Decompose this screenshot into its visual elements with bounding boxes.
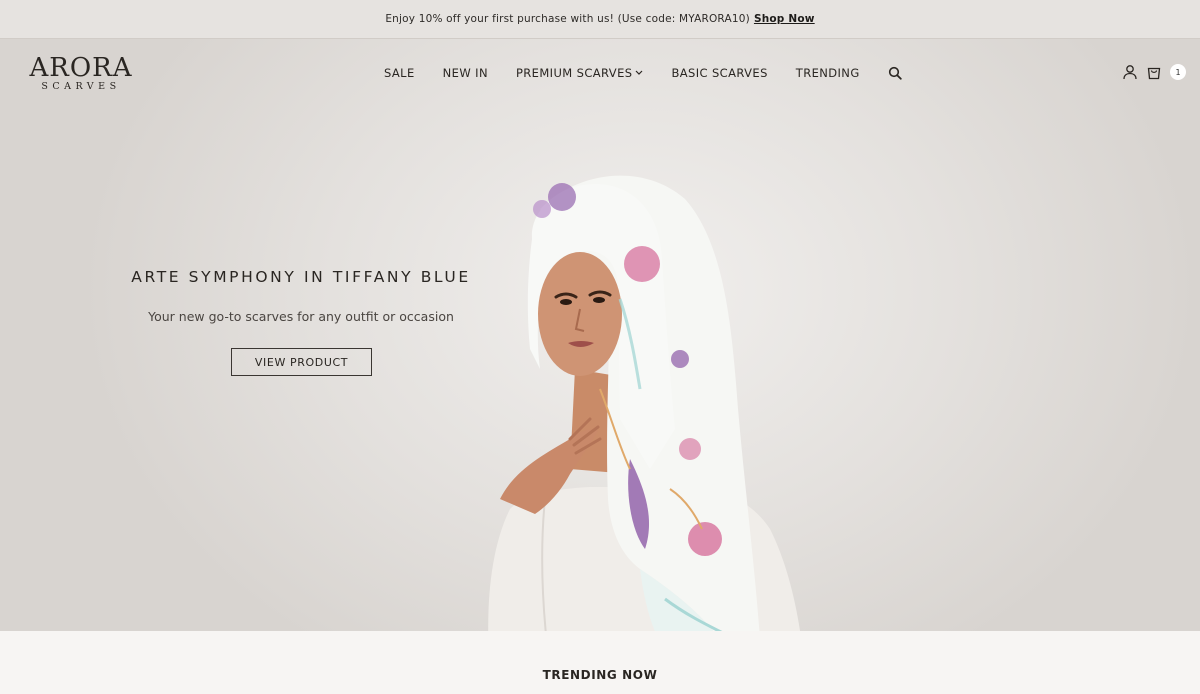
trending-section: TRENDING NOW bbox=[0, 631, 1200, 694]
brand-subtitle: SCARVES bbox=[41, 81, 121, 92]
nav-item-trending[interactable]: TRENDING bbox=[796, 66, 860, 80]
header-icons: 1 bbox=[1122, 64, 1186, 80]
hero-banner bbox=[0, 39, 1200, 631]
nav-item-label: NEW IN bbox=[442, 66, 488, 80]
nav-item-label: PREMIUM SCARVES bbox=[515, 66, 633, 80]
brand-logo[interactable]: ARORA SCARVES bbox=[20, 53, 142, 93]
search-icon[interactable] bbox=[888, 66, 902, 80]
nav-item-new-in[interactable]: NEW IN bbox=[443, 66, 488, 80]
main-nav: SALE NEW IN PREMIUM SCARVES BASIC SCARVE… bbox=[384, 65, 902, 81]
shop-now-link[interactable]: Shop Now bbox=[754, 13, 815, 25]
hero-subtitle: Your new go-to scarves for any outfit or… bbox=[148, 309, 454, 324]
cart-count-badge: 1 bbox=[1170, 64, 1186, 80]
user-icon[interactable] bbox=[1122, 64, 1138, 80]
announcement-text: Enjoy 10% off your first purchase with u… bbox=[385, 13, 750, 25]
nav-item-basic-scarves[interactable]: BASIC SCARVES bbox=[671, 66, 767, 80]
shopping-bag-icon[interactable] bbox=[1146, 64, 1162, 80]
announcement-bar: Enjoy 10% off your first purchase with u… bbox=[0, 0, 1200, 39]
view-product-button[interactable]: VIEW PRODUCT bbox=[231, 348, 372, 376]
nav-item-premium-scarves[interactable]: PREMIUM SCARVES bbox=[516, 66, 644, 80]
nav-item-label: BASIC SCARVES bbox=[671, 66, 768, 80]
trending-title: TRENDING NOW bbox=[542, 668, 658, 682]
chevron-down-icon bbox=[636, 70, 643, 75]
brand-name: ARORA bbox=[29, 53, 133, 83]
hero-title: ARTE SYMPHONY IN TIFFANY BLUE bbox=[131, 268, 471, 286]
nav-item-label: TRENDING bbox=[795, 66, 860, 80]
nav-item-sale[interactable]: SALE bbox=[384, 66, 415, 80]
hero-model-image bbox=[488, 175, 801, 631]
nav-item-label: SALE bbox=[384, 66, 415, 80]
site-header: ARORA SCARVES SALE NEW IN PREMIUM SCARVE… bbox=[0, 39, 1200, 109]
